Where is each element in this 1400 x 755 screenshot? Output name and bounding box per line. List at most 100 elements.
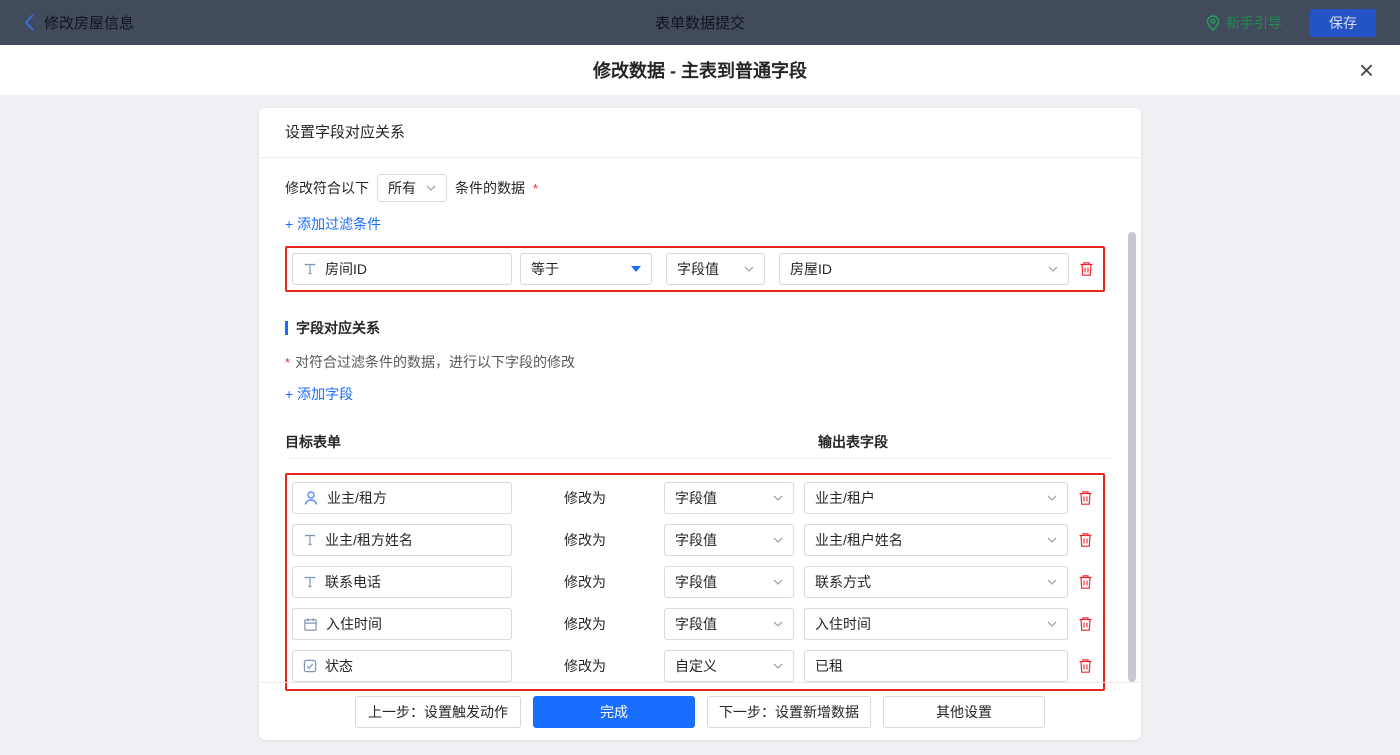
save-button[interactable]: 保存 (1310, 9, 1376, 37)
output-field-select[interactable]: 业主/租户姓名 (804, 524, 1068, 556)
done-button[interactable]: 完成 (533, 696, 695, 728)
panel-footer: 上一步：设置触发动作 完成 下一步：设置新增数据 其他设置 (259, 682, 1141, 740)
section-accent-bar (285, 321, 288, 335)
text-field-icon (303, 533, 317, 547)
target-field-input[interactable]: 状态 (292, 650, 512, 682)
custom-value-input[interactable]: 已租 (804, 650, 1068, 682)
delete-row-icon[interactable] (1078, 574, 1093, 590)
field-mapping-row: 入住时间 修改为 字段值 入住时间 (292, 608, 1098, 640)
target-field-input[interactable]: 联系电话 (292, 566, 512, 598)
guide-label: 新手引导 (1226, 13, 1282, 33)
required-mark: * (533, 181, 538, 196)
output-field-select[interactable]: 业主/租户 (804, 482, 1068, 514)
guide-link[interactable]: 新手引导 (1206, 13, 1282, 33)
modal-body: 设置字段对应关系 修改符合以下 所有 条件的数据 * + 添加过滤条件 (0, 95, 1400, 755)
chevron-down-icon (773, 663, 783, 669)
condition-row: 修改符合以下 所有 条件的数据 * (285, 174, 1115, 202)
page-title: 修改房屋信息 (44, 12, 134, 33)
header-right: 新手引导 保存 (1206, 9, 1376, 37)
output-field-select[interactable]: 联系方式 (804, 566, 1068, 598)
output-field-select[interactable]: 入住时间 (804, 608, 1068, 640)
target-field-input[interactable]: 业主/租方姓名 (292, 524, 512, 556)
condition-scope-select[interactable]: 所有 (377, 174, 447, 202)
value-type-select[interactable]: 字段值 (664, 524, 794, 556)
delete-row-icon[interactable] (1078, 532, 1093, 548)
chevron-down-icon (744, 266, 754, 272)
close-icon[interactable]: × (1359, 57, 1374, 83)
chevron-down-icon (1047, 537, 1057, 543)
value-type-select[interactable]: 自定义 (664, 650, 794, 682)
delete-filter-icon[interactable] (1079, 261, 1094, 277)
filled-caret-down-icon (631, 266, 641, 272)
select-icon (303, 659, 317, 673)
app-header: 修改房屋信息 表单数据提交 新手引导 保存 (0, 0, 1400, 45)
field-mapping-section-header: 字段对应关系 (285, 318, 1115, 338)
text-field-icon (303, 575, 317, 589)
other-settings-button[interactable]: 其他设置 (883, 696, 1045, 728)
header-left: 修改房屋信息 (24, 12, 134, 33)
column-output-field: 输出表字段 (818, 432, 888, 452)
condition-prefix: 修改符合以下 (285, 178, 369, 198)
user-icon (303, 490, 319, 506)
previous-step-button[interactable]: 上一步：设置触发动作 (355, 696, 521, 728)
field-mapping-row: 状态 修改为 自定义 已租 (292, 650, 1098, 682)
chevron-down-icon (1048, 266, 1058, 272)
modify-label: 修改为 (564, 488, 608, 508)
chevron-down-icon (1047, 495, 1057, 501)
filter-value-type-select[interactable]: 字段值 (666, 253, 765, 285)
filter-operator-select[interactable]: 等于 (520, 253, 652, 285)
modify-label: 修改为 (564, 656, 608, 676)
condition-scope-value: 所有 (388, 178, 416, 198)
filter-row: 房间ID 等于 字段值 房屋ID (292, 253, 1098, 285)
value-type-select[interactable]: 字段值 (664, 482, 794, 514)
filter-value: 房屋ID (790, 259, 832, 279)
column-headers: 目标表单 输出表字段 (285, 432, 1115, 459)
section-description: * 对符合过滤条件的数据，进行以下字段的修改 (285, 352, 1115, 372)
delete-row-icon[interactable] (1078, 616, 1093, 632)
filter-value-select[interactable]: 房屋ID (779, 253, 1069, 285)
modify-label: 修改为 (564, 572, 608, 592)
back-icon[interactable] (24, 14, 34, 31)
panel-body: 修改符合以下 所有 条件的数据 * + 添加过滤条件 (259, 158, 1141, 691)
delete-row-icon[interactable] (1078, 658, 1093, 674)
modify-label: 修改为 (564, 614, 608, 634)
location-pin-icon (1206, 15, 1220, 31)
modify-label: 修改为 (564, 530, 608, 550)
text-field-icon (303, 262, 317, 276)
target-field-input[interactable]: 业主/租方 (292, 482, 512, 514)
value-type-select[interactable]: 字段值 (664, 566, 794, 598)
required-mark: * (285, 355, 290, 370)
condition-suffix: 条件的数据 (455, 178, 525, 198)
panel-section-title: 设置字段对应关系 (259, 108, 1141, 158)
field-mapping-row: 业主/租方 修改为 字段值 业主/租户 (292, 482, 1098, 514)
section-description-text: 对符合过滤条件的数据，进行以下字段的修改 (295, 352, 575, 372)
target-field-input[interactable]: 入住时间 (292, 608, 512, 640)
next-step-button[interactable]: 下一步：设置新增数据 (707, 696, 871, 728)
chevron-down-icon (426, 185, 436, 191)
filter-field-value: 房间ID (325, 259, 367, 279)
config-panel: 设置字段对应关系 修改符合以下 所有 条件的数据 * + 添加过滤条件 (259, 108, 1141, 740)
filter-operator-value: 等于 (531, 259, 559, 279)
value-type-select[interactable]: 字段值 (664, 608, 794, 640)
delete-row-icon[interactable] (1078, 490, 1093, 506)
chevron-down-icon (773, 621, 783, 627)
add-filter-link[interactable]: + 添加过滤条件 (285, 214, 381, 234)
filter-field-input[interactable]: 房间ID (292, 253, 512, 285)
section-title: 字段对应关系 (296, 318, 380, 338)
chevron-down-icon (773, 579, 783, 585)
topbar-center-title: 表单数据提交 (655, 12, 745, 33)
field-mappings-group: 业主/租方 修改为 字段值 业主/租户 (285, 473, 1105, 691)
field-mapping-row: 业主/租方姓名 修改为 字段值 业主/租户姓名 (292, 524, 1098, 556)
chevron-down-icon (773, 537, 783, 543)
date-icon (303, 617, 318, 632)
chevron-down-icon (1047, 579, 1057, 585)
filter-value-type: 字段值 (677, 259, 719, 279)
chevron-down-icon (1047, 621, 1057, 627)
modal-header: 修改数据 - 主表到普通字段 × (0, 45, 1400, 95)
add-field-link[interactable]: + 添加字段 (285, 384, 353, 404)
column-target-form: 目标表单 (285, 434, 341, 450)
scrollbar-thumb[interactable] (1128, 232, 1136, 682)
filter-conditions-group: 房间ID 等于 字段值 房屋ID (285, 246, 1105, 292)
field-mapping-row: 联系电话 修改为 字段值 联系方式 (292, 566, 1098, 598)
chevron-down-icon (773, 495, 783, 501)
